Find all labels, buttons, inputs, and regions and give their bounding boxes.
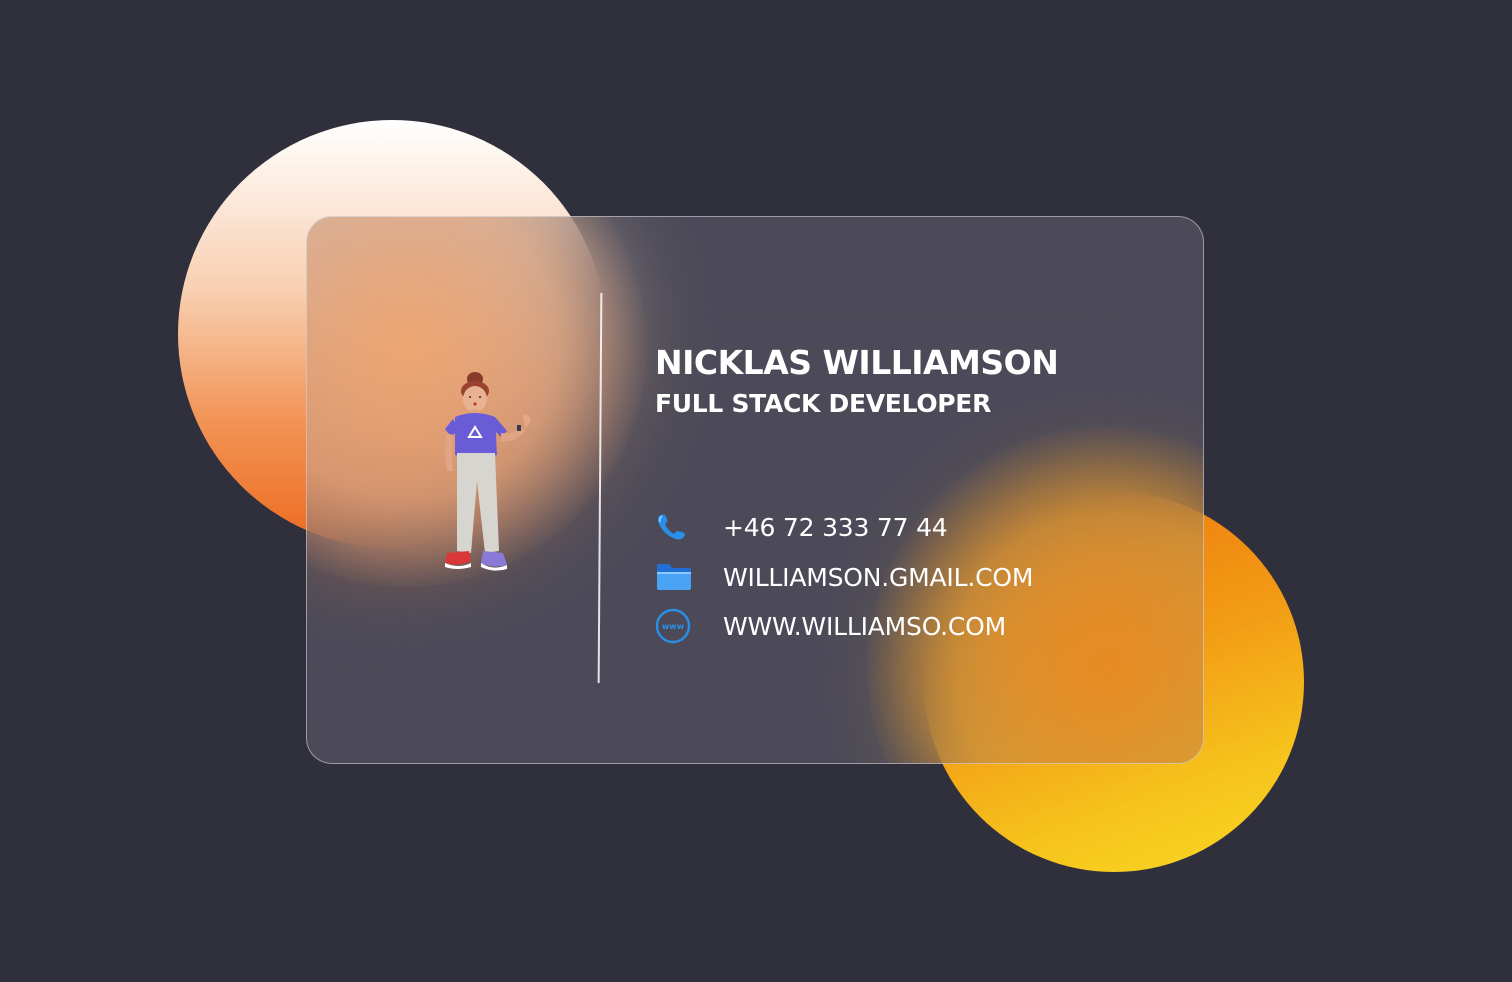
business-card: NICKLAS WILLIAMSON FULL STACK DEVELOPER … (306, 216, 1204, 764)
phone-icon (655, 509, 695, 545)
avatar-character (445, 372, 531, 571)
vertical-divider (597, 292, 602, 684)
canvas: NICKLAS WILLIAMSON FULL STACK DEVELOPER … (0, 0, 1512, 982)
phone-contact[interactable]: +46 72 333 77 44 (655, 509, 948, 545)
website-url: WWW.WILLIAMSO.COM (723, 611, 1007, 641)
email-address: WILLIAMSON.GMAIL.COM (723, 562, 1034, 592)
svg-text:www: www (662, 622, 685, 631)
web-icon: www (655, 608, 695, 644)
website-contact[interactable]: www WWW.WILLIAMSO.COM (655, 608, 1006, 644)
folder-icon (655, 559, 695, 595)
person-name: NICKLAS WILLIAMSON (655, 343, 1059, 382)
phone-number: +46 72 333 77 44 (723, 512, 948, 542)
email-contact[interactable]: WILLIAMSON.GMAIL.COM (655, 559, 1033, 595)
card-glow-right (867, 427, 1203, 763)
job-title: FULL STACK DEVELOPER (655, 389, 992, 418)
